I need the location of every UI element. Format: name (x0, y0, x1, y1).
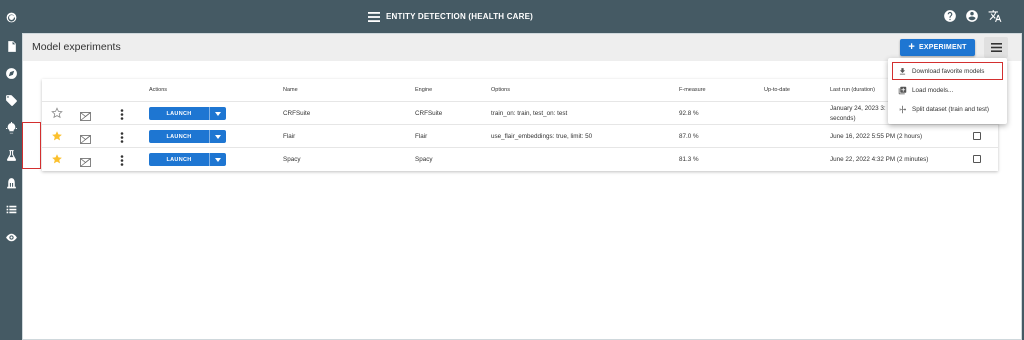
column-header-actions: Actions (149, 87, 168, 93)
uptodate-checkbox[interactable] (973, 132, 981, 140)
split-icon (898, 105, 907, 114)
email-off-icon[interactable] (80, 154, 91, 167)
download-item-highlight (892, 62, 1003, 80)
column-header-fmeasure[interactable]: F-measure (679, 87, 706, 93)
account-icon[interactable] (965, 9, 979, 23)
cell-options: train_on: train, test_on: test (491, 110, 568, 117)
lastrun-line-2: seconds) (830, 114, 856, 122)
app-title: ENTITY DETECTION (HEALTH CARE) (368, 0, 533, 33)
cell-fmeasure: 92.8 % (679, 110, 699, 117)
caret-down-icon (215, 157, 221, 162)
page-title: Model experiments (32, 41, 121, 53)
cell-fmeasure: 81.3 % (679, 156, 699, 163)
translate-icon[interactable] (988, 9, 1002, 23)
list-icon[interactable] (3, 201, 19, 217)
caret-down-icon (215, 111, 221, 116)
add-experiment-button[interactable]: + EXPERIMENT (900, 39, 975, 56)
cell-engine: Spacy (415, 156, 433, 163)
cell-name: Spacy (283, 156, 301, 163)
add-box-icon (898, 86, 907, 95)
star-filled-icon[interactable] (51, 152, 63, 164)
column-header-name[interactable]: Name (283, 87, 298, 93)
content-header: Model experiments + EXPERIMENT (23, 34, 1021, 61)
plus-icon: + (908, 41, 916, 53)
main-content: Model experiments + EXPERIMENT Actions N… (22, 33, 1022, 340)
column-header-engine[interactable]: Engine (415, 87, 432, 93)
launch-button[interactable]: LAUNCH (149, 153, 226, 166)
column-header-options[interactable]: Options (491, 87, 510, 93)
launch-button[interactable]: LAUNCH (149, 130, 226, 143)
more-vert-icon[interactable] (120, 153, 124, 166)
star-filled-icon[interactable] (51, 129, 63, 141)
cell-name: CRFSuite (283, 110, 311, 117)
experiment-button-label: EXPERIMENT (919, 44, 967, 51)
column-header-lastrun[interactable]: Last run (duration) (830, 87, 875, 93)
help-icon[interactable] (943, 9, 957, 23)
cell-options: use_flair_embeddings: true, limit: 50 (491, 133, 593, 140)
hamburger-menu-icon[interactable] (368, 11, 380, 22)
menu-item-split-dataset[interactable]: Split dataset (train and test) (888, 99, 1007, 119)
cell-engine: CRFSuite (415, 110, 443, 117)
experiments-table: Actions Name Engine Options F-measure Up… (42, 79, 998, 171)
launch-dropdown-caret[interactable] (210, 134, 226, 139)
column-header-uptodate[interactable]: Up-to-date (764, 87, 790, 93)
lastrun-line-1: January 24, 2023 3: (830, 104, 886, 112)
bank-icon[interactable] (3, 175, 19, 191)
launch-label: LAUNCH (166, 156, 192, 163)
tag-icon[interactable] (3, 92, 19, 108)
lightbulb-icon[interactable] (3, 120, 19, 136)
cell-lastrun: January 24, 2023 3: seconds) (830, 102, 886, 125)
launch-dropdown-caret[interactable] (210, 111, 226, 116)
cell-lastrun: June 16, 2022 5:55 PM (2 hours) (830, 133, 923, 140)
star-outline-icon[interactable] (51, 106, 63, 119)
eye-logo-icon[interactable] (3, 9, 19, 25)
cell-engine: Flair (415, 133, 428, 140)
uptodate-checkbox[interactable] (973, 155, 981, 163)
cell-lastrun: June 22, 2022 4:32 PM (2 minutes) (830, 156, 929, 163)
table-row: LAUNCH Flair Flair use_flair_embeddings:… (42, 124, 998, 147)
email-off-icon[interactable] (80, 131, 91, 144)
more-vert-icon[interactable] (120, 107, 124, 120)
sidebar (0, 0, 22, 340)
cell-fmeasure: 87.0 % (679, 133, 699, 140)
launch-dropdown-caret[interactable] (210, 157, 226, 162)
document-icon[interactable] (3, 38, 19, 54)
hamburger-menu-icon (990, 43, 1002, 52)
caret-down-icon (215, 134, 221, 139)
launch-label: LAUNCH (166, 110, 192, 117)
menu-item-label: Split dataset (train and test) (912, 105, 990, 113)
menu-item-label: Load models... (912, 86, 954, 94)
eye-settings-icon[interactable] (3, 229, 19, 245)
menu-item-load-models[interactable]: Load models... (888, 80, 1007, 100)
flask-icon[interactable] (3, 147, 19, 163)
table-row: LAUNCH Spacy Spacy 81.3 % June 22, 2022 … (42, 147, 998, 170)
launch-label: LAUNCH (166, 133, 192, 140)
app-title-text: ENTITY DETECTION (HEALTH CARE) (386, 12, 534, 21)
more-vert-icon[interactable] (120, 130, 124, 143)
more-menu-button[interactable] (984, 37, 1008, 58)
email-off-icon[interactable] (80, 108, 91, 121)
top-bar: ENTITY DETECTION (HEALTH CARE) (22, 0, 1024, 33)
table-row: LAUNCH CRFSuite CRFSuite train_on: train… (42, 101, 998, 124)
compass-icon[interactable] (3, 65, 19, 81)
favorite-stars-highlight (22, 122, 41, 169)
launch-button[interactable]: LAUNCH (149, 107, 226, 120)
cell-name: Flair (283, 133, 296, 140)
